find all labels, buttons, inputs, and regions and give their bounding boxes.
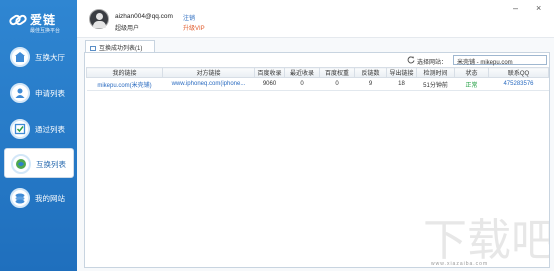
col-header[interactable]: 检测时间: [416, 67, 455, 78]
app-logo: 爱链 最佳互换平台: [6, 6, 76, 38]
watermark-url: www.xiazaiba.com: [431, 261, 489, 267]
avatar[interactable]: [89, 9, 109, 29]
sidebar-item-label: 我的网站: [35, 194, 65, 203]
sidebar-item-approved-list[interactable]: 通过列表: [4, 114, 74, 144]
user-email: aizhan004@qq.com: [115, 13, 173, 20]
col-header[interactable]: 反链数: [354, 67, 387, 78]
baidu-weight-cell: 0: [319, 77, 355, 91]
apply-list-icon: [10, 83, 30, 103]
col-header[interactable]: 联系QQ: [488, 67, 549, 78]
contact-qq-cell[interactable]: 475283576: [488, 77, 549, 91]
approved-list-icon: [10, 119, 30, 139]
backlinks-cell: 9: [354, 77, 387, 91]
sidebar-item-label: 互换列表: [36, 160, 66, 169]
sidebar-item-exchange-list[interactable]: 互换列表: [4, 148, 74, 178]
baidu-indexed-cell: 9060: [254, 77, 285, 91]
exchange-table: 我的链接 对方链接 百度收录 最近收录 百度权重 反链数 导出链接 检测时间 状…: [86, 67, 549, 91]
sidebar-item-label: 通过列表: [35, 125, 65, 134]
watermark-logo-icon: 下载吧: [423, 215, 549, 266]
upgrade-vip-link[interactable]: 升级VIP: [183, 23, 205, 32]
app-window: 爱链 最佳互换平台 互换大厅 申请列表 通过列表 互换列表 我的网站 aizha…: [0, 0, 554, 271]
close-button[interactable]: ×: [536, 3, 541, 13]
sidebar-item-hall[interactable]: 互换大厅: [4, 42, 74, 72]
col-header[interactable]: 最近收录: [284, 67, 320, 78]
my-link-cell[interactable]: mikepu.com(米壳铺): [86, 77, 163, 91]
refresh-icon[interactable]: [407, 56, 415, 64]
minimize-button[interactable]: –: [513, 3, 518, 13]
user-level: 超级用户: [115, 26, 140, 32]
table-row[interactable]: mikepu.com(米壳铺) www.iphoneq.com(iphone..…: [86, 77, 549, 91]
sidebar-item-label: 互换大厅: [35, 53, 65, 62]
app-subtitle: 最佳互换平台: [30, 28, 61, 34]
my-site-icon: [10, 188, 30, 208]
sidebar-item-my-site[interactable]: 我的网站: [4, 183, 74, 213]
partner-link-cell[interactable]: www.iphoneq.com(iphone...: [162, 77, 255, 91]
col-header[interactable]: 导出链接: [386, 67, 417, 78]
exchange-list-icon: [11, 154, 31, 174]
list-icon: [90, 46, 96, 51]
svg-text:下载吧: 下载吧: [423, 215, 549, 266]
site-select[interactable]: 米壳铺 - mikepu.com: [453, 55, 547, 66]
tab-exchange-success[interactable]: 互换成功列表(1): [85, 40, 155, 52]
app-title: 爱链: [30, 13, 57, 27]
sidebar-item-label: 申请列表: [35, 89, 65, 98]
sidebar-item-apply-list[interactable]: 申请列表: [4, 78, 74, 108]
sidebar: 爱链 最佳互换平台 互换大厅 申请列表 通过列表 互换列表 我的网站: [0, 0, 77, 271]
chain-link-icon: [9, 14, 27, 26]
col-header[interactable]: 百度收录: [254, 67, 285, 78]
table-header-row: 我的链接 对方链接 百度收录 最近收录 百度权重 反链数 导出链接 检测时间 状…: [86, 67, 549, 78]
outbound-links-cell: 18: [386, 77, 417, 91]
logout-link[interactable]: 注销: [183, 13, 195, 22]
col-header[interactable]: 状态: [454, 67, 489, 78]
status-badge: 正常: [454, 77, 489, 91]
col-header[interactable]: 百度权重: [319, 67, 355, 78]
check-time-cell: 51分钟前: [416, 77, 455, 91]
col-header[interactable]: 我的链接: [86, 67, 163, 78]
header: aizhan004@qq.com 超级用户 注销 升级VIP – ×: [77, 0, 554, 38]
col-header[interactable]: 对方链接: [162, 67, 255, 78]
recent-indexed-cell: 0: [284, 77, 320, 91]
hall-icon: [10, 47, 30, 67]
site-select-label: 选择网站：: [417, 60, 448, 66]
